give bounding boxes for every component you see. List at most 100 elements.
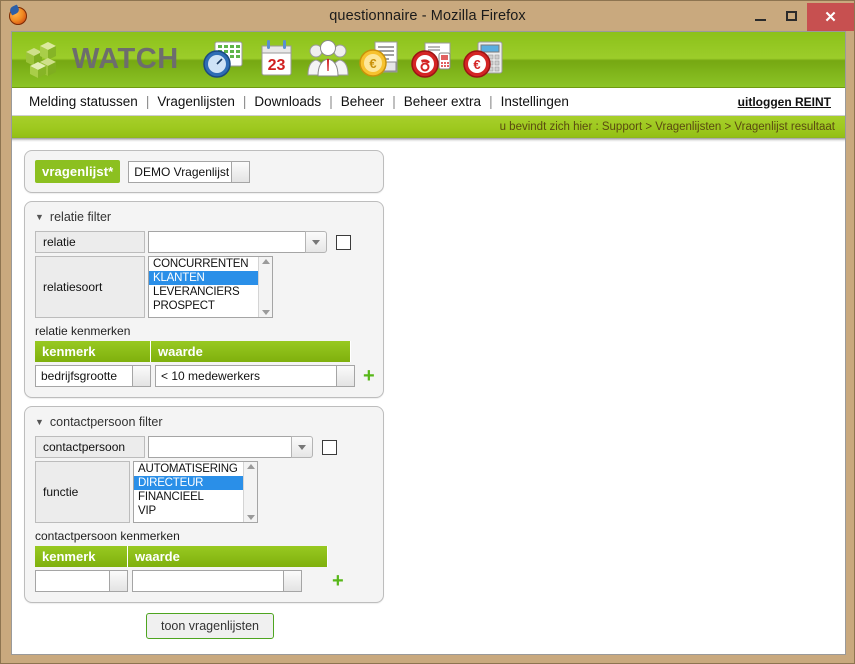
phone-fax-icon[interactable] xyxy=(409,37,456,83)
relatie-kenmerken-header: kenmerk waarde xyxy=(35,341,373,362)
browser-window: questionnaire - Mozilla Firefox ✕ WATCH … xyxy=(0,0,855,664)
close-button[interactable]: ✕ xyxy=(807,3,854,31)
svg-text:€: € xyxy=(473,57,480,72)
minimize-button[interactable] xyxy=(745,1,776,31)
window-controls: ✕ xyxy=(745,1,854,31)
calendar-23-icon[interactable]: 23 xyxy=(253,37,300,83)
scroll-down-icon[interactable] xyxy=(261,310,270,315)
relatie-kenmerken-title: relatie kenmerken xyxy=(35,324,131,338)
contactpersoon-dropdown-button[interactable] xyxy=(291,436,313,458)
contactpersoon-checkbox[interactable] xyxy=(322,439,337,455)
nav-item-beheer-extra[interactable]: Beheer extra xyxy=(397,94,488,109)
relatie-filter-title-text: relatie filter xyxy=(49,210,112,224)
add-relatie-kenmerk-icon[interactable]: + xyxy=(363,366,375,386)
list-item[interactable]: AUTOMATISERING xyxy=(134,462,257,476)
relatiesoort-listbox[interactable]: CONCURRENTEN KLANTEN LEVERANCIERS PROSPE… xyxy=(148,256,273,318)
relatie-kenmerk-select[interactable]: bedrijfsgrootte xyxy=(35,365,151,387)
main-navigation: Melding statussen | Vragenlijsten | Down… xyxy=(12,88,845,116)
relatie-waarde-select[interactable]: < 10 medewerkers xyxy=(155,365,355,387)
kenmerk-select-wrap: bedrijfsgrootte xyxy=(35,365,151,387)
euro-calculator-icon[interactable]: € xyxy=(461,37,508,83)
contactpersoon-waarde-select[interactable] xyxy=(132,570,302,592)
window-title: questionnaire - Mozilla Firefox xyxy=(329,8,526,24)
list-item[interactable]: DIRECTEUR xyxy=(134,476,257,490)
svg-text:€: € xyxy=(369,56,376,71)
relatie-input[interactable] xyxy=(148,231,305,253)
close-icon: ✕ xyxy=(824,9,837,26)
column-header-kenmerk: kenmerk xyxy=(35,341,151,362)
listbox-scrollbar[interactable] xyxy=(258,257,272,317)
scroll-up-icon[interactable] xyxy=(246,464,255,469)
caret-down-icon: ▼ xyxy=(35,212,44,222)
app-logo[interactable]: WATCH xyxy=(20,38,179,82)
column-header-waarde: waarde xyxy=(151,341,351,362)
invoice-euro-icon[interactable]: € xyxy=(357,37,404,83)
functie-label: functie xyxy=(35,461,130,523)
relatie-checkbox[interactable] xyxy=(336,234,351,250)
functie-row: functie AUTOMATISERING DIRECTEUR FINANCI… xyxy=(35,461,373,523)
list-item[interactable]: LEVERANCIERS xyxy=(149,285,272,299)
nav-item-melding-statussen[interactable]: Melding statussen xyxy=(22,94,145,109)
relatie-filter-title[interactable]: ▼ relatie filter xyxy=(35,210,373,224)
form-body: vragenlijst* DEMO Vragenlijst ▼ relatie … xyxy=(12,142,845,639)
waarde-select-wrap: < 10 medewerkers xyxy=(155,365,355,387)
relatie-dropdown-button[interactable] xyxy=(305,231,327,253)
table-row: + xyxy=(35,570,373,592)
list-item[interactable]: KLANTEN xyxy=(149,271,272,285)
logout-link[interactable]: uitloggen REINT xyxy=(738,95,835,109)
add-contactpersoon-kenmerk-icon[interactable]: + xyxy=(332,571,344,591)
contactpersoon-filter-title-text: contactpersoon filter xyxy=(49,415,163,429)
questionnaire-select-wrap: DEMO Vragenlijst xyxy=(128,160,251,183)
nav-item-downloads[interactable]: Downloads xyxy=(247,94,328,109)
contactpersoon-label: contactpersoon xyxy=(35,436,145,458)
questionnaire-label: vragenlijst* xyxy=(35,160,121,183)
kenmerk-select-wrap xyxy=(35,570,128,592)
caret-down-icon: ▼ xyxy=(35,417,44,427)
contactpersoon-filter-title[interactable]: ▼ contactpersoon filter xyxy=(35,415,373,429)
contactpersoon-row: contactpersoon xyxy=(35,436,373,458)
contacts-group-icon[interactable] xyxy=(305,37,352,83)
relatie-value-cell xyxy=(145,231,351,253)
contactpersoon-autocomplete xyxy=(148,436,313,458)
relatie-row: relatie xyxy=(35,231,373,253)
submit-row: toon vragenlijsten xyxy=(24,613,396,639)
scroll-up-icon[interactable] xyxy=(261,259,270,264)
brand-name: WATCH xyxy=(72,43,179,75)
waarde-select-wrap xyxy=(132,570,302,592)
toon-vragenlijsten-button[interactable]: toon vragenlijsten xyxy=(146,613,274,639)
relatiesoort-row: relatiesoort CONCURRENTEN KLANTEN LEVERA… xyxy=(35,256,373,318)
table-row: bedrijfsgrootte < 10 medewerkers + xyxy=(35,365,375,387)
questionnaire-panel: vragenlijst* DEMO Vragenlijst xyxy=(24,150,384,193)
list-item[interactable]: CONCURRENTEN xyxy=(149,257,272,271)
relatie-filter-panel: ▼ relatie filter relatie relatiesoort CO… xyxy=(24,201,384,398)
relatiesoort-label: relatiesoort xyxy=(35,256,145,318)
listbox-scrollbar[interactable] xyxy=(243,462,257,522)
scroll-down-icon[interactable] xyxy=(246,515,255,520)
toolbar-icons: 23 € € xyxy=(201,37,508,83)
page-content: WATCH 23 € € Melding statussen | Vragenl… xyxy=(11,31,846,655)
contactpersoon-kenmerken-title: contactpersoon kenmerken xyxy=(35,529,180,543)
questionnaire-select[interactable]: DEMO Vragenlijst xyxy=(128,160,251,183)
list-item[interactable]: VIP xyxy=(134,504,257,518)
contactpersoon-value-cell xyxy=(145,436,337,458)
breadcrumb: u bevindt zich hier : Support > Vragenli… xyxy=(12,116,845,138)
watch-cube-logo xyxy=(20,38,64,82)
firefox-icon xyxy=(8,4,28,26)
maximize-button[interactable] xyxy=(776,1,807,31)
svg-text:23: 23 xyxy=(267,57,285,74)
time-registration-icon[interactable] xyxy=(201,37,248,83)
contactpersoon-filter-panel: ▼ contactpersoon filter contactpersoon f… xyxy=(24,406,384,603)
column-header-waarde: waarde xyxy=(128,546,328,567)
nav-item-vragenlijsten[interactable]: Vragenlijsten xyxy=(150,94,242,109)
nav-item-instellingen[interactable]: Instellingen xyxy=(494,94,576,109)
breadcrumb-text: u bevindt zich hier : Support > Vragenli… xyxy=(499,120,835,133)
functie-listbox[interactable]: AUTOMATISERING DIRECTEUR FINANCIEEL VIP xyxy=(133,461,258,523)
relatie-label: relatie xyxy=(35,231,145,253)
title-bar: questionnaire - Mozilla Firefox ✕ xyxy=(1,1,854,31)
column-header-kenmerk: kenmerk xyxy=(35,546,128,567)
contactpersoon-kenmerk-select[interactable] xyxy=(35,570,128,592)
list-item[interactable]: FINANCIEEL xyxy=(134,490,257,504)
nav-item-beheer[interactable]: Beheer xyxy=(334,94,392,109)
list-item[interactable]: PROSPECT xyxy=(149,299,272,313)
contactpersoon-input[interactable] xyxy=(148,436,291,458)
